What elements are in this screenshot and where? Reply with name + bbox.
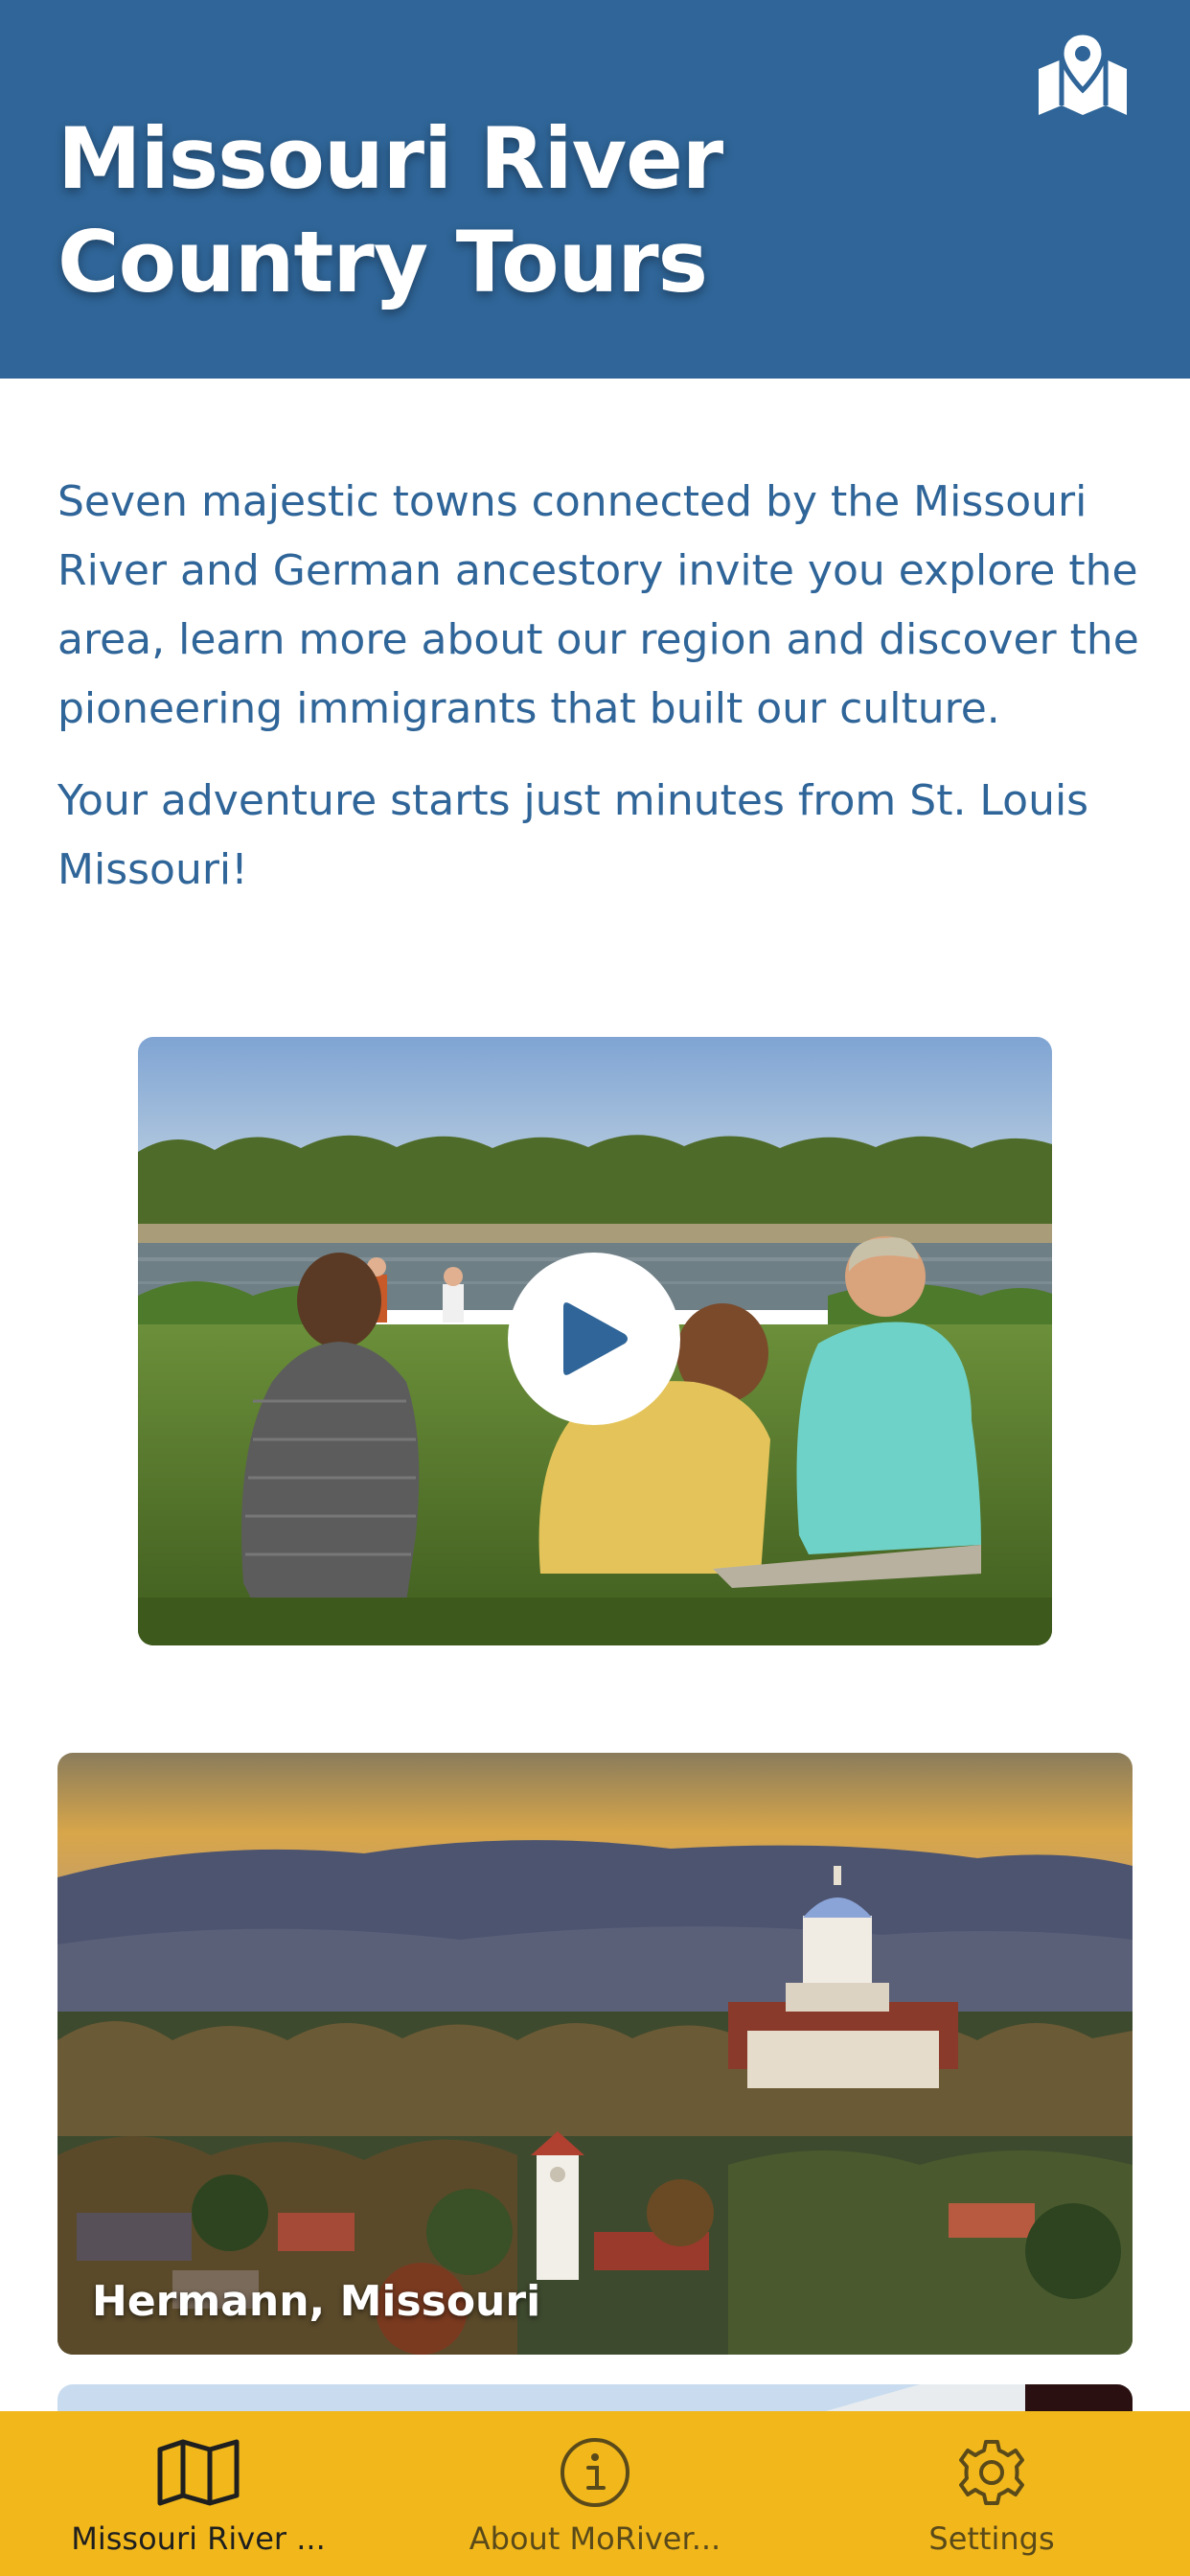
video-thumbnail[interactable] [138,1037,1052,1645]
tab-label: Settings [928,2520,1055,2557]
gear-icon [959,2440,1024,2505]
map-pin-icon [1039,31,1127,115]
play-icon [563,1302,628,1375]
intro-paragraph: Your adventure starts just minutes from … [57,776,1089,894]
play-button[interactable] [508,1253,680,1425]
info-icon [561,2438,629,2507]
tab-bar: Missouri River ... About MoRiver... Sett… [0,2411,1190,2576]
intro-paragraph: Seven majestic towns connected by the Mi… [57,477,1139,733]
town-name: Hermann, Missouri [92,2277,541,2326]
tab-about[interactable]: About MoRiver... [397,2411,793,2576]
map-button[interactable] [1025,27,1140,123]
app-header: Missouri River Country Tours [0,0,1190,379]
map-icon [157,2439,240,2506]
tab-settings[interactable]: Settings [793,2411,1190,2576]
tab-label: About MoRiver... [469,2520,721,2557]
tab-label: Missouri River ... [71,2520,326,2557]
tab-missouri-river[interactable]: Missouri River ... [0,2411,397,2576]
page-title: Missouri River Country Tours [57,109,723,311]
town-card[interactable]: Hermann, Missouri [57,1753,1133,2355]
intro-text: Seven majestic towns connected by the Mi… [57,468,1140,928]
town-image [57,1753,1133,2355]
